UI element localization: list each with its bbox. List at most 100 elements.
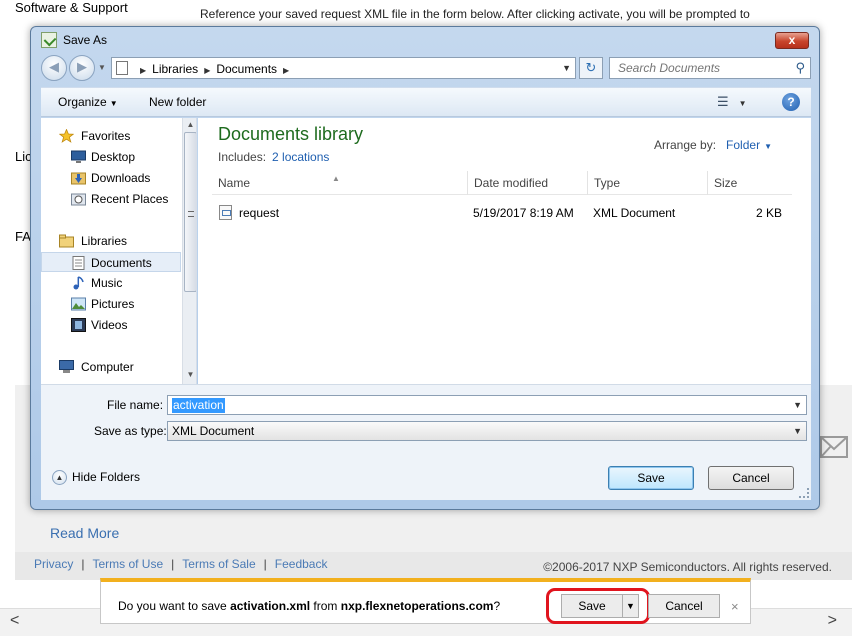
nav-scrollbar[interactable]: ▲ ▼ <box>182 118 196 384</box>
file-name-input[interactable]: activation ▼ <box>167 395 807 415</box>
nav-videos-label: Videos <box>91 318 128 332</box>
nav-desktop-label: Desktop <box>91 150 136 164</box>
arrange-by-dropdown[interactable]: Folder <box>726 138 760 152</box>
forward-arrow-icon: ▶ <box>77 59 87 74</box>
computer-icon <box>59 360 74 373</box>
arrange-label: Arrange by: <box>654 138 717 152</box>
instruction-text: Reference your saved request XML file in… <box>200 7 750 21</box>
nav-recent-places-label: Recent Places <box>91 192 169 206</box>
footer-separator: | <box>81 557 85 571</box>
search-icon[interactable]: ⚲ <box>795 60 805 76</box>
close-button[interactable]: x <box>775 32 809 49</box>
file-name: request <box>239 206 280 220</box>
documents-icon <box>72 256 85 270</box>
music-icon <box>73 276 84 290</box>
downloads-icon <box>71 172 86 185</box>
organize-menu[interactable]: Organize ▼ <box>58 95 118 109</box>
nav-documents[interactable]: Documents <box>41 252 181 272</box>
privacy-link[interactable]: Privacy <box>34 557 73 571</box>
address-row: ◀ ▶ ▼ ▶ Libraries ▶ Documents ▶ ▼ ↻ ⚲ <box>31 55 819 85</box>
footer-separator: | <box>263 557 267 571</box>
table-row[interactable]: request 5/19/2017 8:19 AM XML Document 2… <box>212 202 792 224</box>
cancel-button[interactable]: Cancel <box>708 466 794 490</box>
locations-link[interactable]: 2 locations <box>272 150 329 164</box>
scroll-right-icon[interactable]: > <box>828 612 837 630</box>
file-date: 5/19/2017 8:19 AM <box>473 206 574 220</box>
arrange-by: Arrange by: Folder ▼ <box>654 138 772 152</box>
feedback-link[interactable]: Feedback <box>275 557 328 571</box>
includes-label: Includes: <box>218 150 267 164</box>
refresh-icon[interactable]: ↻ <box>579 57 603 79</box>
column-headers: Name ▲ Date modified Type Size <box>212 171 792 195</box>
nav-favorites[interactable]: Favorites <box>41 126 181 146</box>
notification-cancel-button[interactable]: Cancel <box>648 594 720 618</box>
file-type: XML Document <box>593 206 676 220</box>
nav-pictures[interactable]: Pictures <box>41 294 181 314</box>
view-icon: ☰ <box>717 94 729 109</box>
breadcrumb-libraries[interactable]: Libraries <box>152 62 198 76</box>
change-view-button[interactable]: ☰ ▼ <box>717 94 747 110</box>
nav-desktop[interactable]: Desktop <box>41 147 181 167</box>
collapse-up-icon: ▲ <box>52 470 67 486</box>
recent-locations-icon[interactable]: ▼ <box>98 63 106 72</box>
folder-icon <box>116 61 128 75</box>
page-title: Software & Support <box>15 0 128 15</box>
nav-libraries[interactable]: Libraries <box>41 231 181 251</box>
column-header-size[interactable]: Size <box>707 171 787 195</box>
file-name-value: activation <box>172 398 225 413</box>
chevron-down-icon[interactable]: ▼ <box>793 400 802 410</box>
chevron-down-icon[interactable]: ▼ <box>793 426 802 436</box>
terms-of-use-link[interactable]: Terms of Use <box>92 557 163 571</box>
breadcrumb-chevron-icon[interactable]: ▶ <box>140 66 146 75</box>
address-dropdown-icon[interactable]: ▼ <box>562 63 571 73</box>
nav-music[interactable]: Music <box>41 273 181 293</box>
nav-computer[interactable]: Computer <box>41 357 181 377</box>
nav-documents-label: Documents <box>91 256 152 270</box>
back-button[interactable]: ◀ <box>41 55 67 81</box>
desktop-icon <box>71 150 86 163</box>
dialog-titlebar[interactable]: Save As x <box>31 27 819 55</box>
nav-scroll-thumb[interactable] <box>184 132 196 292</box>
forward-button[interactable]: ▶ <box>69 55 95 81</box>
nav-downloads[interactable]: Downloads <box>41 168 181 188</box>
mail-icon[interactable] <box>820 432 848 462</box>
library-title: Documents library <box>218 124 364 144</box>
breadcrumb-documents[interactable]: Documents <box>216 62 277 76</box>
nav-pictures-label: Pictures <box>91 297 135 311</box>
sort-ascending-icon: ▲ <box>332 174 340 183</box>
read-more-link[interactable]: Read More <box>50 525 119 541</box>
nav-recent-places[interactable]: Recent Places <box>41 189 181 209</box>
column-header-date[interactable]: Date modified <box>467 171 587 195</box>
scroll-down-icon[interactable]: ▼ <box>183 370 196 384</box>
breadcrumb-chevron-icon[interactable]: ▶ <box>204 66 210 75</box>
search-input[interactable] <box>610 58 788 78</box>
chevron-down-icon[interactable]: ▼ <box>764 142 772 151</box>
save-as-icon <box>41 32 57 48</box>
libraries-icon <box>59 234 74 248</box>
nav-videos[interactable]: Videos <box>41 315 181 335</box>
save-as-type-value: XML Document <box>172 424 255 438</box>
hide-folders-label: Hide Folders <box>72 470 141 484</box>
search-box: ⚲ <box>609 57 811 79</box>
prompt-suffix: ? <box>493 599 501 613</box>
column-header-type[interactable]: Type <box>587 171 707 195</box>
back-arrow-icon: ◀ <box>49 59 59 74</box>
terms-of-sale-link[interactable]: Terms of Sale <box>182 557 255 571</box>
save-as-type-select[interactable]: XML Document ▼ <box>167 421 807 441</box>
save-as-dialog: Save As x ◀ ▶ ▼ ▶ Libraries ▶ Documents ▶ ▼ … <box>30 26 820 510</box>
prompt-prefix: Do you want to save <box>118 599 231 613</box>
resize-grip-icon[interactable] <box>799 488 809 498</box>
copyright-text: ©2006-2017 NXP Semiconductors. All right… <box>543 560 832 574</box>
hide-folders-button[interactable]: ▲ Hide Folders <box>52 469 141 486</box>
nav-music-label: Music <box>91 276 123 290</box>
column-header-name[interactable]: Name ▲ <box>212 171 467 195</box>
save-button[interactable]: Save <box>608 466 694 490</box>
address-bar[interactable]: ▶ Libraries ▶ Documents ▶ ▼ <box>111 57 576 79</box>
breadcrumb-chevron-icon[interactable]: ▶ <box>283 66 289 75</box>
close-icon[interactable]: × <box>731 599 739 614</box>
download-prompt: Do you want to save activation.xml from … <box>118 599 500 613</box>
new-folder-button[interactable]: New folder <box>149 95 206 109</box>
download-notification-bar: Do you want to save activation.xml from … <box>100 578 751 624</box>
help-icon[interactable]: ? <box>782 93 800 111</box>
scroll-left-icon[interactable]: < <box>10 612 19 630</box>
